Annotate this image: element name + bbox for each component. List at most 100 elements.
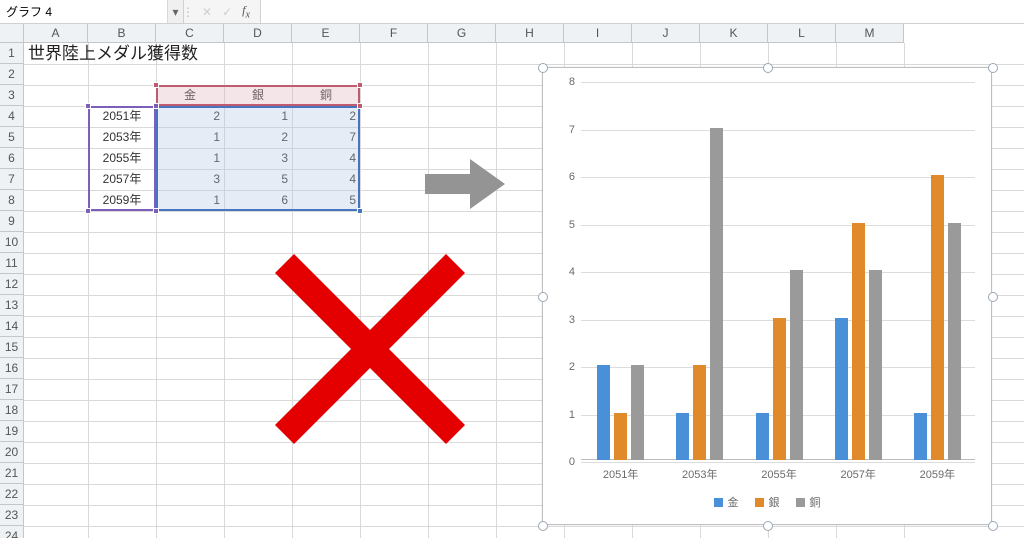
row-header[interactable]: 4 <box>0 106 24 127</box>
chart-bar[interactable] <box>597 365 610 460</box>
chart-object[interactable]: 0123456782051年2053年2055年2057年2059年 金銀銅 <box>542 67 992 525</box>
cell[interactable]: 4 <box>292 148 360 169</box>
cell[interactable]: 3 <box>224 148 292 169</box>
row-header[interactable]: 18 <box>0 400 24 421</box>
column-header[interactable]: F <box>360 24 428 43</box>
row-header[interactable]: 24 <box>0 526 24 538</box>
cell[interactable]: 6 <box>224 190 292 211</box>
row-header[interactable]: 17 <box>0 379 24 400</box>
chart-bar[interactable] <box>756 413 769 461</box>
cancel-icon[interactable]: ✕ <box>202 5 212 19</box>
cell[interactable]: 銅 <box>292 85 360 106</box>
row-header[interactable]: 2 <box>0 64 24 85</box>
cell[interactable]: 金 <box>156 85 224 106</box>
chart-bar[interactable] <box>835 318 848 461</box>
chart-bar[interactable] <box>676 413 689 461</box>
row-header[interactable]: 9 <box>0 211 24 232</box>
cell[interactable]: 銀 <box>224 85 292 106</box>
chart-resize-handle[interactable] <box>988 63 998 73</box>
chart-bar[interactable] <box>710 128 723 461</box>
chart-resize-handle[interactable] <box>988 521 998 531</box>
chart-resize-handle[interactable] <box>763 63 773 73</box>
column-header[interactable]: J <box>632 24 700 43</box>
cell[interactable]: 2 <box>224 127 292 148</box>
column-header[interactable]: E <box>292 24 360 43</box>
namebox-dropdown-icon[interactable]: ▾ <box>167 0 183 23</box>
column-header[interactable]: D <box>224 24 292 43</box>
chart-legend-item[interactable]: 金 <box>714 494 739 510</box>
chart-bar[interactable] <box>914 413 927 461</box>
column-header[interactable]: L <box>768 24 836 43</box>
row-header[interactable]: 6 <box>0 148 24 169</box>
chart-bar[interactable] <box>852 223 865 461</box>
fx-icon[interactable]: fx <box>242 3 250 20</box>
column-header[interactable]: H <box>496 24 564 43</box>
row-header[interactable]: 11 <box>0 253 24 274</box>
chart-bar[interactable] <box>869 270 882 460</box>
chart-resize-handle[interactable] <box>988 292 998 302</box>
row-header[interactable]: 21 <box>0 463 24 484</box>
column-header[interactable]: A <box>24 24 88 43</box>
column-header[interactable]: B <box>88 24 156 43</box>
cell[interactable]: 2053年 <box>88 127 156 148</box>
row-header[interactable]: 12 <box>0 274 24 295</box>
row-header[interactable]: 14 <box>0 316 24 337</box>
column-header[interactable]: C <box>156 24 224 43</box>
cell[interactable]: 5 <box>224 169 292 190</box>
cell[interactable]: 1 <box>156 127 224 148</box>
cell[interactable]: 1 <box>156 190 224 211</box>
row-header[interactable]: 16 <box>0 358 24 379</box>
row-header[interactable]: 20 <box>0 442 24 463</box>
row-header[interactable]: 1 <box>0 43 24 64</box>
row-header[interactable]: 10 <box>0 232 24 253</box>
legend-swatch-icon <box>796 498 805 507</box>
column-header[interactable]: G <box>428 24 496 43</box>
title-cell[interactable]: 世界陸上メダル獲得数 <box>24 43 360 64</box>
chart-bar[interactable] <box>693 365 706 460</box>
chart-bar[interactable] <box>931 175 944 460</box>
formula-input[interactable] <box>261 0 1024 23</box>
row-header[interactable]: 8 <box>0 190 24 211</box>
chart-resize-handle[interactable] <box>538 292 548 302</box>
chart-bar[interactable] <box>773 318 786 461</box>
column-header[interactable]: I <box>564 24 632 43</box>
chart-bar[interactable] <box>614 413 627 461</box>
cell[interactable]: 4 <box>292 169 360 190</box>
row-header[interactable]: 22 <box>0 484 24 505</box>
select-all-corner[interactable] <box>0 24 24 43</box>
chart-plot-area[interactable]: 0123456782051年2053年2055年2057年2059年 <box>581 82 975 460</box>
legend-label: 金 <box>728 494 739 510</box>
chart-resize-handle[interactable] <box>538 521 548 531</box>
row-header[interactable]: 7 <box>0 169 24 190</box>
cell[interactable]: 2059年 <box>88 190 156 211</box>
chart-bar[interactable] <box>790 270 803 460</box>
name-box[interactable] <box>0 0 167 23</box>
column-header[interactable]: K <box>700 24 768 43</box>
cell[interactable]: 1 <box>224 106 292 127</box>
cell[interactable]: 1 <box>156 148 224 169</box>
row-header[interactable]: 19 <box>0 421 24 442</box>
column-header[interactable]: M <box>836 24 904 43</box>
chart-bar[interactable] <box>631 365 644 460</box>
chart-bar[interactable] <box>948 223 961 461</box>
chart-resize-handle[interactable] <box>538 63 548 73</box>
row-header[interactable]: 3 <box>0 85 24 106</box>
row-header[interactable]: 5 <box>0 127 24 148</box>
row-header[interactable]: 23 <box>0 505 24 526</box>
chart-resize-handle[interactable] <box>763 521 773 531</box>
row-header[interactable]: 13 <box>0 295 24 316</box>
cell[interactable]: 7 <box>292 127 360 148</box>
worksheet[interactable]: ABCDEFGHIJKLM 12345678910111213141516171… <box>0 24 1024 538</box>
cell[interactable]: 3 <box>156 169 224 190</box>
cell[interactable]: 2 <box>156 106 224 127</box>
cell[interactable]: 5 <box>292 190 360 211</box>
chart-legend-item[interactable]: 銀 <box>755 494 780 510</box>
cell[interactable]: 2055年 <box>88 148 156 169</box>
cell[interactable]: 2051年 <box>88 106 156 127</box>
enter-icon[interactable]: ✓ <box>222 5 232 19</box>
cell[interactable]: 2 <box>292 106 360 127</box>
chart-legend[interactable]: 金銀銅 <box>551 494 983 510</box>
chart-legend-item[interactable]: 銅 <box>796 494 821 510</box>
cell[interactable]: 2057年 <box>88 169 156 190</box>
row-header[interactable]: 15 <box>0 337 24 358</box>
